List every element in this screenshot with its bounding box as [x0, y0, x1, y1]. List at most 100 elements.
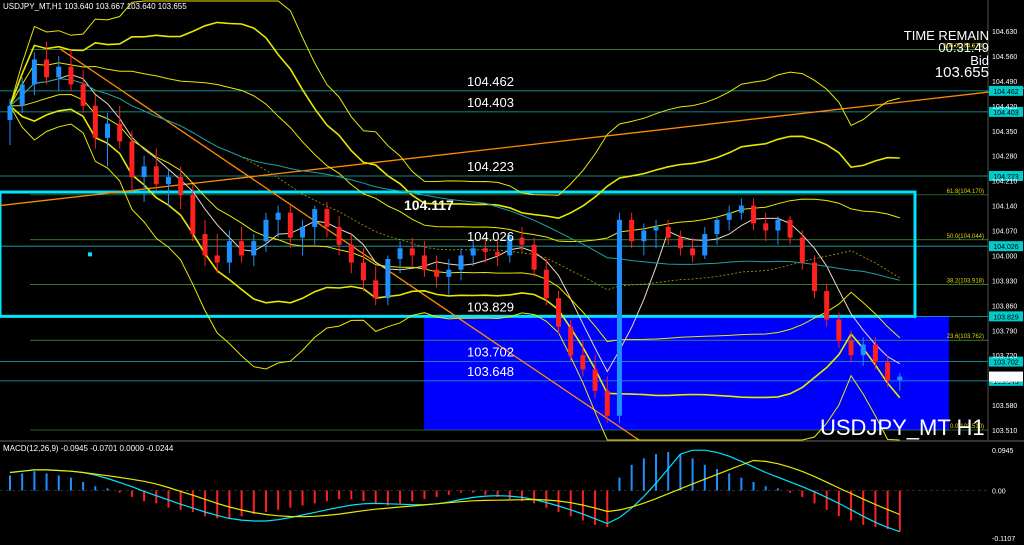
current-price-tag-bg [989, 371, 1023, 382]
candle-body[interactable] [799, 237, 805, 263]
candle-body[interactable] [19, 84, 25, 106]
price-tick-label: 103.930 [992, 278, 1017, 285]
level-label: 104.026 [467, 229, 514, 244]
candle-body[interactable] [543, 269, 549, 299]
chart-header: USDJPY_MT,H1 103.640 103.667 103.640 103… [3, 2, 187, 11]
macd-axis-label: 0.0945 [992, 448, 1014, 455]
candle-body[interactable] [275, 212, 281, 220]
candle-body[interactable] [178, 177, 184, 195]
price-tick-label: 104.210 [992, 179, 1017, 186]
candle-body[interactable] [421, 255, 427, 270]
candle-body[interactable] [580, 355, 586, 370]
fibo-label: 23.6(103.762) [947, 334, 984, 340]
candle-body[interactable] [592, 369, 598, 391]
candle-body[interactable] [129, 141, 135, 178]
candle-body[interactable] [458, 255, 464, 270]
price-tick-label: 103.720 [992, 353, 1017, 360]
candle-body[interactable] [824, 291, 830, 320]
macd-axis-label: 0.00 [992, 489, 1006, 496]
candle-body[interactable] [141, 166, 147, 178]
candle-body[interactable] [7, 105, 13, 121]
price-tick-label: 103.580 [992, 403, 1017, 410]
candle-body[interactable] [373, 280, 379, 299]
candle-body[interactable] [763, 223, 769, 231]
candle-body[interactable] [300, 226, 306, 238]
highlight-level-label: 104.117 [404, 197, 454, 213]
candle-body[interactable] [897, 376, 903, 381]
candle-body[interactable] [556, 298, 562, 327]
level-axis-tag: 103.829 [993, 314, 1018, 321]
candle-body[interactable] [568, 326, 574, 356]
candle-body[interactable] [872, 344, 878, 363]
candle-body[interactable] [68, 66, 74, 85]
candle-body[interactable] [397, 248, 403, 259]
candle-body[interactable] [482, 248, 488, 252]
candle-body[interactable] [531, 244, 537, 270]
level-axis-tag: 104.026 [993, 244, 1018, 251]
candle-body[interactable] [214, 255, 220, 263]
candle-body[interactable] [665, 226, 671, 238]
candle-body[interactable] [202, 234, 208, 256]
chart-canvas: 100.0(104.578)61.8(104.170)50.0(104.044)… [0, 0, 1024, 545]
candle-body[interactable] [495, 251, 501, 256]
price-tick-label: 103.860 [992, 303, 1017, 310]
candle-body[interactable] [105, 123, 111, 138]
candle-body[interactable] [470, 248, 476, 256]
price-tick-label: 103.510 [992, 428, 1017, 435]
candle-body[interactable] [714, 219, 720, 235]
candle-body[interactable] [31, 59, 37, 85]
candle-body[interactable] [616, 219, 622, 416]
price-tick-label: 103.790 [992, 328, 1017, 335]
candle-body[interactable] [360, 262, 366, 281]
level-label: 103.702 [467, 345, 514, 360]
candle-body[interactable] [434, 269, 440, 277]
candle-body[interactable] [848, 340, 854, 356]
candle-body[interactable] [446, 269, 452, 277]
candle-body[interactable] [117, 123, 123, 142]
price-tick-label: 104.420 [992, 104, 1017, 111]
candle-body[interactable] [787, 219, 793, 238]
candle-body[interactable] [226, 241, 232, 263]
fibo-label: 38.2(103.918) [947, 279, 984, 285]
macd-header: MACD(12,26,9) -0.0945 -0.0701 0.0000 -0.… [3, 444, 174, 453]
candle-body[interactable] [324, 209, 330, 227]
candle-body[interactable] [604, 390, 610, 416]
candle-body[interactable] [738, 205, 744, 213]
candle-body[interactable] [811, 262, 817, 292]
candle-body[interactable] [836, 319, 842, 341]
fibo-label: 61.8(104.170) [947, 189, 984, 195]
candle-body[interactable] [190, 194, 196, 235]
candle-body[interactable] [690, 248, 696, 256]
candle-body[interactable] [775, 219, 781, 231]
candle-body[interactable] [409, 248, 415, 256]
candle-body[interactable] [336, 226, 342, 245]
candle-body[interactable] [165, 177, 171, 185]
candle-body[interactable] [641, 230, 647, 242]
candle-body[interactable] [385, 259, 391, 299]
price-tick-label: 104.490 [992, 79, 1017, 86]
candle-body[interactable] [726, 212, 732, 220]
candle-body[interactable] [287, 212, 293, 238]
level-label: 104.403 [467, 95, 514, 110]
candle-body[interactable] [80, 84, 86, 106]
candle-body[interactable] [702, 234, 708, 256]
candle-body[interactable] [885, 362, 891, 381]
candle-body[interactable] [239, 241, 245, 256]
candle-body[interactable] [312, 209, 318, 227]
candle-body[interactable] [653, 226, 659, 231]
level-label: 104.223 [467, 159, 514, 174]
candle-body[interactable] [348, 244, 354, 263]
level-label: 103.648 [467, 364, 514, 379]
candle-body[interactable] [251, 241, 257, 256]
candle-body[interactable] [263, 219, 269, 242]
candle-body[interactable] [56, 66, 62, 78]
candle-body[interactable] [751, 205, 757, 224]
candle-body[interactable] [677, 237, 683, 249]
candle-body[interactable] [629, 219, 635, 242]
candle-body[interactable] [44, 59, 50, 78]
candle-body[interactable] [92, 105, 98, 138]
candle-body[interactable] [860, 344, 866, 356]
candle-body[interactable] [153, 166, 159, 185]
candle-body[interactable] [519, 237, 525, 245]
price-tick-label: 104.280 [992, 154, 1017, 161]
